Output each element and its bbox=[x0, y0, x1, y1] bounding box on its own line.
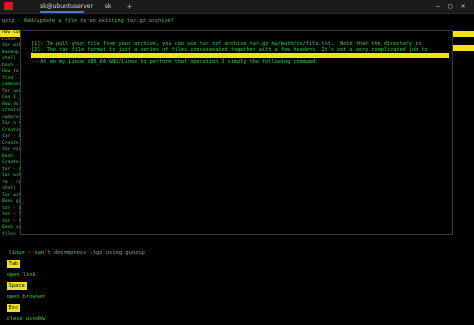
question-list-item[interactable]: creatin bbox=[0, 108, 20, 115]
esc-key: Esc bbox=[6, 304, 21, 312]
question-list-item[interactable]: command bbox=[0, 82, 20, 89]
right-edge-row bbox=[452, 94, 474, 100]
right-edge-row bbox=[452, 66, 474, 72]
tab-key: Tab bbox=[6, 260, 21, 268]
right-edge-row bbox=[452, 220, 474, 226]
right-edge-row bbox=[452, 101, 474, 107]
question-list-item[interactable]: tar - E bbox=[0, 134, 20, 141]
right-edge-row bbox=[452, 248, 474, 254]
right-edge-row bbox=[452, 45, 474, 51]
right-edge-row bbox=[452, 129, 474, 135]
new-tab-button[interactable]: + bbox=[127, 0, 132, 13]
right-highlight-column bbox=[452, 31, 474, 236]
question-list-item[interactable]: tar wit bbox=[0, 43, 20, 50]
question-list-item[interactable]: files bbox=[0, 232, 20, 236]
right-edge-row bbox=[452, 199, 474, 205]
tab-sk-ubuntuserver[interactable]: sk@ubuntuserver bbox=[40, 0, 93, 13]
right-edge-row bbox=[452, 108, 474, 114]
right-edge-row bbox=[452, 227, 474, 233]
space-key: Space bbox=[6, 282, 27, 290]
right-edge-row bbox=[452, 178, 474, 184]
close-window-button[interactable]: ✕ bbox=[461, 0, 465, 13]
right-edge-row bbox=[452, 164, 474, 170]
question-list: How can Linux - tar wit backup shell - bash -… bbox=[0, 30, 20, 235]
answer-highlight-bar bbox=[31, 53, 449, 58]
terminal-app-icon[interactable] bbox=[4, 2, 13, 10]
answer-comment-line[interactable]: -- At on my Linux x86_64 GNU/Linux to pe… bbox=[31, 59, 318, 65]
right-edge-row bbox=[452, 136, 474, 142]
right-edge-row bbox=[452, 80, 474, 86]
bottom-question-text: linux - can't decompress .tgz using gunz… bbox=[8, 250, 145, 256]
right-edge-row bbox=[452, 31, 474, 37]
right-edge-row bbox=[452, 150, 474, 156]
right-edge-row bbox=[452, 206, 474, 212]
right-edge-row bbox=[452, 73, 474, 79]
question-list-item[interactable]: tar wit bbox=[0, 173, 20, 180]
tab-sk[interactable]: sk bbox=[98, 0, 118, 13]
title-bar: sk@ubuntuserver sk + – ▢ ✕ bbox=[0, 0, 474, 14]
minimize-button[interactable]: – bbox=[436, 0, 440, 13]
maximize-button[interactable]: ▢ bbox=[448, 0, 452, 13]
question-list-item[interactable]: shell - bbox=[0, 56, 20, 63]
question-list-item[interactable]: How can bbox=[0, 30, 20, 37]
question-list-item[interactable]: Tar a f bbox=[0, 121, 20, 128]
question-list-item[interactable]: Create bbox=[0, 160, 20, 167]
right-edge-row bbox=[452, 52, 474, 58]
right-edge-row bbox=[452, 143, 474, 149]
right-edge-row bbox=[452, 192, 474, 198]
question-list-item[interactable]: Does gz bbox=[0, 199, 20, 206]
right-edge-row bbox=[452, 38, 474, 44]
right-edge-row bbox=[452, 157, 474, 163]
question-list-item[interactable]: Can I j bbox=[0, 95, 20, 102]
right-edge-row bbox=[452, 59, 474, 65]
question-list-item[interactable]: tar exi bbox=[0, 147, 20, 154]
header-question-line: gzip - Add/update a file to an existing … bbox=[2, 18, 174, 24]
question-list-item[interactable]: Bash sc bbox=[0, 225, 20, 232]
open-browser-shortcut[interactable]: open browser bbox=[7, 292, 46, 303]
right-edge-row bbox=[452, 213, 474, 219]
right-edge-row bbox=[452, 115, 474, 121]
shortcut-bar: Tab open link Space open browser Esc clo… bbox=[0, 237, 474, 322]
right-edge-row bbox=[452, 122, 474, 128]
right-edge-row bbox=[452, 171, 474, 177]
open-link-shortcut[interactable]: open link bbox=[7, 270, 36, 281]
answer-preview-panel: [1]: To pull your file from your archive… bbox=[20, 30, 453, 235]
question-list-item[interactable]: tar - S bbox=[0, 212, 20, 219]
right-edge-row bbox=[452, 185, 474, 191]
right-edge-row bbox=[452, 87, 474, 93]
close-window-shortcut[interactable]: close window bbox=[7, 314, 46, 325]
question-list-item[interactable]: How to bbox=[0, 69, 20, 76]
